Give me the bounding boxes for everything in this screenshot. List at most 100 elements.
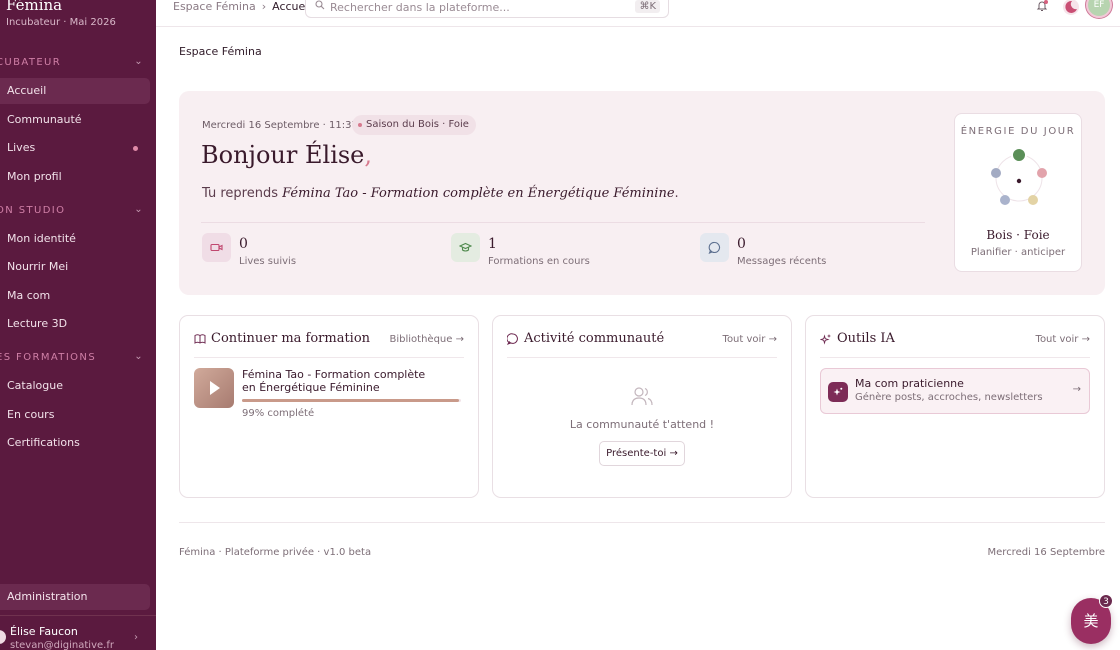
energy-advice: Planifier · anticiper — [970, 247, 1066, 258]
chevron-down-icon: ⌄ — [134, 351, 144, 362]
user-email: stevan@diginative.fr — [10, 640, 114, 650]
sidebar-item-ma-com[interactable]: Ma com — [0, 283, 150, 309]
sidebar-divider — [0, 615, 156, 616]
arrow-right-icon: → — [1072, 384, 1081, 395]
avatar[interactable]: EF — [1086, 0, 1112, 18]
page-title: Espace Fémina — [179, 45, 262, 58]
brand-logo[interactable]: Fémina — [6, 0, 62, 14]
stat-formations: 1 Formations en cours — [451, 233, 691, 273]
five-elements-icon — [991, 147, 1047, 205]
sidebar-item-lives[interactable]: Lives — [0, 135, 150, 161]
graduation-cap-icon — [459, 242, 472, 252]
energy-title: ÉNERGIE DU JOUR — [960, 126, 1076, 137]
stat-label: Formations en cours — [488, 256, 590, 267]
sidebar: Fémina Incubateur · Mai 2026 CUBATEUR ⌄ … — [0, 0, 156, 650]
tool-name: Ma com praticienne — [855, 377, 964, 390]
arrow-right-icon: → — [669, 448, 678, 459]
resume-course-link[interactable]: Fémina Tao - Formation complète en Énerg… — [282, 186, 674, 201]
introduce-yourself-button[interactable]: Présente-toi → — [599, 441, 685, 466]
stat-lives: 0 Lives suivis — [202, 233, 442, 273]
sidebar-item-communaute[interactable]: Communauté — [0, 107, 150, 133]
message-icon-box — [700, 233, 729, 262]
sparkles-icon — [820, 334, 831, 345]
sidebar-item-label: Lives — [7, 141, 36, 154]
theme-toggle-icon[interactable] — [1062, 0, 1080, 16]
stat-label: Lives suivis — [239, 256, 297, 267]
stat-value: 0 — [737, 236, 746, 252]
course-title[interactable]: Fémina Tao - Formation complète en Énerg… — [242, 368, 432, 394]
season-badge: Saison du Bois · Foie — [352, 115, 476, 135]
tool-item-ma-com[interactable]: Ma com praticienne Génère posts, accroch… — [820, 368, 1090, 414]
search-placeholder: Rechercher dans la plateforme... — [330, 1, 510, 14]
section-mes-formations[interactable]: ES FORMATIONS ⌄ — [0, 351, 148, 363]
community-activity-card: Activité communauté Tout voir → La commu… — [492, 315, 792, 498]
search-shortcut: ⌘K — [635, 0, 660, 13]
book-icon — [194, 334, 206, 344]
arrow-right-icon: → — [1081, 334, 1090, 345]
section-incubateur-label: CUBATEUR — [0, 57, 62, 68]
stat-messages: 0 Messages récents — [700, 233, 940, 273]
library-link[interactable]: Bibliothèque → — [390, 334, 465, 345]
sidebar-item-accueil[interactable]: Accueil — [0, 78, 150, 104]
see-all-community-link[interactable]: Tout voir → — [723, 334, 777, 345]
stat-label: Messages récents — [737, 256, 827, 267]
stat-value: 1 — [488, 236, 497, 252]
top-bar: Espace Fémina › Accueil Rechercher dans la… — [156, 0, 1120, 27]
footer-date: Mercredi 16 Septembre — [987, 547, 1105, 558]
progress-label: 99% complété — [242, 408, 315, 419]
graduation-icon-box — [451, 233, 480, 262]
video-icon — [210, 243, 223, 252]
footer-divider — [179, 522, 1105, 523]
sidebar-item-nourrir-mei[interactable]: Nourrir Mei — [0, 254, 150, 280]
sidebar-item-certifications[interactable]: Certifications — [0, 430, 150, 456]
sidebar-item-lecture-3d[interactable]: Lecture 3D — [0, 311, 150, 337]
chevron-down-icon: ⌄ — [134, 204, 144, 215]
user-name[interactable]: Élise Faucon — [10, 625, 78, 638]
divider — [201, 222, 925, 223]
arrow-right-icon: → — [768, 334, 777, 345]
chevron-down-icon: ⌄ — [134, 56, 144, 67]
hero-date: Mercredi 16 Septembre · 11:37• — [202, 120, 376, 131]
chevron-right-icon[interactable]: › — [134, 632, 138, 643]
sidebar-item-mon-identite[interactable]: Mon identité — [0, 226, 150, 252]
course-thumbnail-play-icon[interactable] — [194, 368, 234, 408]
chevron-right-icon: › — [261, 0, 267, 13]
resume-suffix: . — [674, 186, 679, 201]
sidebar-item-mon-profil[interactable]: Mon profil — [0, 164, 150, 190]
brand-subtitle: Incubateur · Mai 2026 — [6, 17, 116, 28]
live-indicator-dot — [133, 146, 138, 151]
tool-description: Génère posts, accroches, newsletters — [855, 392, 1043, 403]
greeting-heading: Bonjour Élise, — [201, 141, 372, 169]
sidebar-item-en-cours[interactable]: En cours — [0, 402, 150, 428]
tool-icon-box — [828, 382, 848, 402]
search-icon — [315, 0, 325, 10]
see-all-label: Tout voir — [722, 334, 766, 345]
divider — [507, 357, 777, 358]
date-time: Mercredi 16 Septembre · 11:37 — [202, 120, 358, 131]
energy-of-day-card[interactable]: ÉNERGIE DU JOUR Bois · Foie Planifier · … — [954, 113, 1082, 272]
fab-badge: 3 — [1099, 594, 1113, 608]
divider — [820, 357, 1090, 358]
users-icon — [631, 387, 653, 406]
message-icon — [507, 333, 518, 345]
breadcrumb: Espace Fémina › Accueil — [173, 0, 311, 13]
divider — [194, 357, 464, 358]
section-mon-studio-label: ON STUDIO — [0, 205, 66, 216]
message-icon — [708, 241, 721, 254]
search-input[interactable]: Rechercher dans la plateforme... ⌘K — [305, 0, 669, 18]
breadcrumb-root[interactable]: Espace Fémina — [173, 0, 256, 13]
section-mes-formations-label: ES FORMATIONS — [0, 352, 97, 363]
section-mon-studio[interactable]: ON STUDIO ⌄ — [0, 204, 148, 216]
library-link-label: Bibliothèque — [389, 334, 453, 345]
see-all-tools-link[interactable]: Tout voir → — [1036, 334, 1090, 345]
button-label: Présente-toi — [606, 448, 667, 459]
sparkles-icon — [833, 387, 843, 396]
sidebar-item-administration[interactable]: Administration — [0, 584, 150, 610]
user-avatar[interactable] — [0, 630, 6, 644]
greeting-text: Bonjour Élise — [201, 141, 365, 169]
section-incubateur[interactable]: CUBATEUR ⌄ — [0, 56, 148, 68]
empty-state-text: La communauté t'attend ! — [569, 418, 715, 431]
sidebar-item-catalogue[interactable]: Catalogue — [0, 373, 150, 399]
course-progress-bar — [242, 399, 461, 402]
ai-tools-card: Outils IA Tout voir → Ma com praticienne… — [805, 315, 1105, 498]
